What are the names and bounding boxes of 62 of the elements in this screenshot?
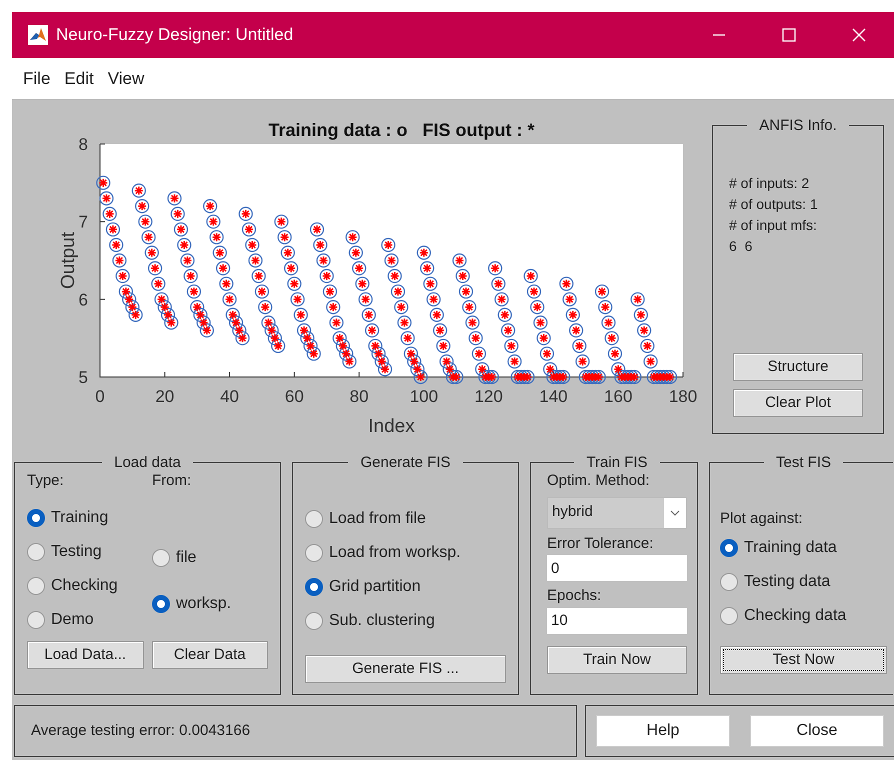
axis-tick-label: 5	[78, 368, 88, 387]
chart-title: Training data : o FIS output : *	[268, 120, 534, 140]
menu-item[interactable]: File	[16, 66, 58, 92]
info-text: 6 6	[729, 237, 754, 256]
radio-label[interactable]: Demo	[51, 608, 94, 632]
info-text: # of input mfs:	[729, 216, 818, 235]
radio-label[interactable]: Training data	[744, 536, 837, 560]
dropdown[interactable]: hybrid	[547, 496, 687, 528]
axis-tick-label: 60	[284, 387, 304, 406]
status-text: Average testing error: 0.0043166	[31, 720, 250, 741]
panel-button[interactable]: Train Now	[547, 646, 687, 674]
radio-label[interactable]: Grid partition	[329, 575, 421, 599]
radio-label[interactable]: Checking	[51, 574, 118, 598]
field-label: Error Tolerance:	[547, 534, 654, 554]
axis-tick-label: 120	[474, 387, 503, 406]
panel-button[interactable]: Clear Plot	[733, 389, 863, 417]
radio-label[interactable]: Checking data	[744, 604, 846, 628]
field-label: From:	[152, 471, 192, 491]
text-field[interactable]: 10	[547, 608, 687, 634]
panel-button[interactable]: Load Data...	[27, 640, 144, 668]
axis-tick-label: 7	[78, 212, 88, 232]
group-title: ANFIS Info.	[758, 118, 838, 133]
window-title: Neuro-Fuzzy Designer: Untitled	[56, 24, 294, 46]
panel-button[interactable]: Test Now	[720, 646, 887, 674]
axis-tick-label: 180	[668, 387, 698, 406]
field-label: Optim. Method:	[547, 471, 651, 491]
axis-tick-label: 6	[78, 290, 88, 310]
info-text: # of outputs: 1	[729, 195, 819, 214]
radio-label[interactable]: Load from file	[329, 507, 426, 531]
radio-label[interactable]: worksp.	[176, 592, 232, 616]
x-axis-label: Index	[368, 416, 415, 437]
radio-label[interactable]: Load from worksp.	[329, 541, 461, 565]
field-label: Type:	[27, 471, 65, 491]
radio-label[interactable]: file	[176, 546, 196, 570]
panel-button[interactable]: Generate FIS ...	[305, 655, 506, 683]
group-title: Generate FIS	[359, 455, 452, 470]
group-title: Test FIS	[774, 455, 832, 470]
dialog-button[interactable]: Help	[596, 715, 730, 747]
axis-tick-label: 8	[78, 135, 88, 154]
axis-tick-label: 80	[350, 387, 369, 406]
info-text: # of inputs: 2	[729, 174, 810, 193]
axis-tick-label: 20	[155, 387, 174, 406]
axis-tick-label: 0	[95, 387, 105, 406]
field-label: Plot against:	[720, 509, 804, 529]
menu-item[interactable]: View	[100, 66, 152, 92]
axis-tick-label: 40	[220, 387, 240, 406]
axis-tick-label: 160	[604, 387, 632, 406]
field-label: Epochs:	[547, 586, 602, 606]
text-field[interactable]: 0	[547, 555, 687, 581]
radio-label[interactable]: Sub. clustering	[329, 609, 435, 633]
radio-label[interactable]: Testing data	[744, 570, 830, 594]
radio-label[interactable]: Training	[51, 506, 108, 530]
group-title: Load data	[113, 455, 182, 470]
group-title: Train FIS	[585, 455, 649, 470]
y-axis-label: Output	[58, 232, 79, 290]
axis-tick-label: 140	[539, 387, 568, 406]
radio-label[interactable]: Testing	[51, 540, 102, 564]
dialog-button[interactable]: Close	[750, 715, 884, 747]
axis-tick-label: 100	[410, 387, 438, 406]
panel-button[interactable]: Structure	[733, 353, 863, 381]
panel-button[interactable]: Clear Data	[152, 640, 268, 668]
menu-item[interactable]: Edit	[57, 66, 101, 92]
